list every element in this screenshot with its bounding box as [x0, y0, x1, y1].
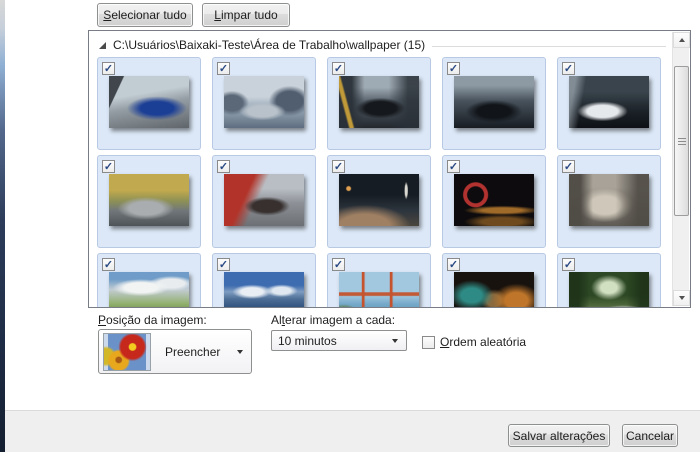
- thumbnail-checkbox[interactable]: ✓: [217, 258, 230, 271]
- thumbnail-image[interactable]: [339, 76, 419, 128]
- window-edge: [0, 0, 5, 452]
- thumbnail-checkbox[interactable]: ✓: [102, 62, 115, 75]
- thumbnail-checkbox[interactable]: ✓: [332, 62, 345, 75]
- check-icon: ✓: [218, 160, 229, 173]
- save-button[interactable]: Salvar alterações: [508, 424, 610, 447]
- thumbnail-checkbox[interactable]: ✓: [217, 160, 230, 173]
- grip-icon: [677, 137, 686, 145]
- thumbnail-image[interactable]: [569, 272, 649, 307]
- scroll-down-button[interactable]: [673, 290, 690, 306]
- thumbnail-image[interactable]: [224, 272, 304, 307]
- collapse-arrow-icon[interactable]: [99, 41, 106, 49]
- scroll-up-button[interactable]: [673, 32, 690, 48]
- thumbnail-image[interactable]: [224, 174, 304, 226]
- thumbnail-cell[interactable]: ✓: [557, 155, 661, 248]
- interval-value: 10 minutos: [278, 333, 337, 348]
- down-arrow-icon: [678, 296, 685, 300]
- thumbnail-image[interactable]: [569, 174, 649, 226]
- thumbnail-cell[interactable]: ✓: [97, 253, 201, 307]
- chevron-down-icon: [237, 349, 243, 354]
- clear-all-label: L: [214, 8, 221, 22]
- check-icon: ✓: [448, 160, 459, 173]
- thumbnail-image[interactable]: [109, 76, 189, 128]
- check-icon: ✓: [218, 62, 229, 75]
- thumbnail-image[interactable]: [224, 76, 304, 128]
- thumbnail-image[interactable]: [454, 174, 534, 226]
- thumbnail-cell[interactable]: ✓: [442, 155, 546, 248]
- check-icon: ✓: [333, 258, 344, 271]
- select-all-button[interactable]: Selecionar tudo: [97, 3, 193, 27]
- check-icon: ✓: [563, 62, 574, 75]
- thumbnail-image[interactable]: [569, 76, 649, 128]
- up-arrow-icon: [678, 38, 685, 42]
- thumbnail-image[interactable]: [109, 272, 189, 307]
- thumbnail-cell[interactable]: ✓: [442, 57, 546, 150]
- cancel-button[interactable]: Cancelar: [622, 424, 678, 447]
- picture-position-select[interactable]: Preencher: [98, 329, 252, 374]
- folder-group-header: C:\Usuários\Baixaki-Teste\Área de Trabal…: [99, 37, 666, 53]
- thumbnail-checkbox[interactable]: ✓: [562, 160, 575, 173]
- group-separator: [432, 45, 666, 47]
- check-icon: ✓: [218, 258, 229, 271]
- thumbnail-cell[interactable]: ✓: [212, 155, 316, 248]
- thumbnail-cell[interactable]: ✓: [442, 253, 546, 307]
- shuffle-checkbox[interactable]: [422, 335, 435, 349]
- thumbnail-checkbox[interactable]: ✓: [562, 62, 575, 75]
- thumbnail-checkbox[interactable]: ✓: [102, 258, 115, 271]
- check-icon: ✓: [103, 160, 114, 173]
- folder-path: C:\Usuários\Baixaki-Teste\Área de Trabal…: [113, 38, 426, 52]
- interval-select[interactable]: 10 minutos: [271, 330, 407, 351]
- position-value: Preencher: [165, 344, 221, 359]
- thumbnail-checkbox[interactable]: ✓: [562, 258, 575, 271]
- check-icon: ✓: [563, 160, 574, 173]
- check-icon: ✓: [103, 258, 114, 271]
- check-icon: ✓: [333, 62, 344, 75]
- thumbnail-checkbox[interactable]: ✓: [332, 160, 345, 173]
- thumbnail-checkbox[interactable]: ✓: [447, 258, 460, 271]
- thumbnail-checkbox[interactable]: ✓: [447, 62, 460, 75]
- scroll-thumb[interactable]: [674, 66, 689, 216]
- thumbnail-cell[interactable]: ✓: [97, 155, 201, 248]
- check-icon: ✓: [333, 160, 344, 173]
- thumbnail-cell[interactable]: ✓: [97, 57, 201, 150]
- check-icon: ✓: [563, 258, 574, 271]
- thumbnail-checkbox[interactable]: ✓: [102, 160, 115, 173]
- thumbnail-cell[interactable]: ✓: [327, 155, 431, 248]
- thumbnail-image[interactable]: [109, 174, 189, 226]
- check-icon: ✓: [103, 62, 114, 75]
- thumbnail-image[interactable]: [339, 174, 419, 226]
- picture-position-label: Posição da imagem:: [98, 313, 207, 327]
- wallpaper-list[interactable]: C:\Usuários\Baixaki-Teste\Área de Trabal…: [88, 30, 691, 308]
- thumbnail-checkbox[interactable]: ✓: [217, 62, 230, 75]
- check-icon: ✓: [448, 62, 459, 75]
- position-preview-image: [103, 332, 151, 371]
- thumbnail-image[interactable]: [454, 76, 534, 128]
- shuffle-label: Ordem aleatória: [440, 335, 527, 349]
- thumbnail-cell[interactable]: ✓: [212, 57, 316, 150]
- thumbnail-cell[interactable]: ✓: [212, 253, 316, 307]
- thumbnail-cell[interactable]: ✓: [327, 253, 431, 307]
- thumbnail-cell[interactable]: ✓: [557, 57, 661, 150]
- thumbnail-image[interactable]: [454, 272, 534, 307]
- thumbnail-checkbox[interactable]: ✓: [447, 160, 460, 173]
- thumbnail-checkbox[interactable]: ✓: [332, 258, 345, 271]
- vertical-scrollbar[interactable]: [672, 32, 690, 306]
- thumbnail-image[interactable]: [339, 272, 419, 307]
- check-icon: ✓: [448, 258, 459, 271]
- shuffle-option: Ordem aleatória: [422, 335, 526, 349]
- thumbnail-grid: ✓ ✓ ✓ ✓ ✓ ✓ ✓ ✓ ✓ ✓ ✓ ✓ ✓ ✓ ✓: [97, 57, 661, 307]
- change-interval-label: Alterar imagem a cada:: [271, 313, 396, 327]
- thumbnail-cell[interactable]: ✓: [327, 57, 431, 150]
- chevron-down-icon: [392, 338, 398, 343]
- thumbnail-cell[interactable]: ✓: [557, 253, 661, 307]
- clear-all-button[interactable]: Limpar tudo: [202, 3, 290, 27]
